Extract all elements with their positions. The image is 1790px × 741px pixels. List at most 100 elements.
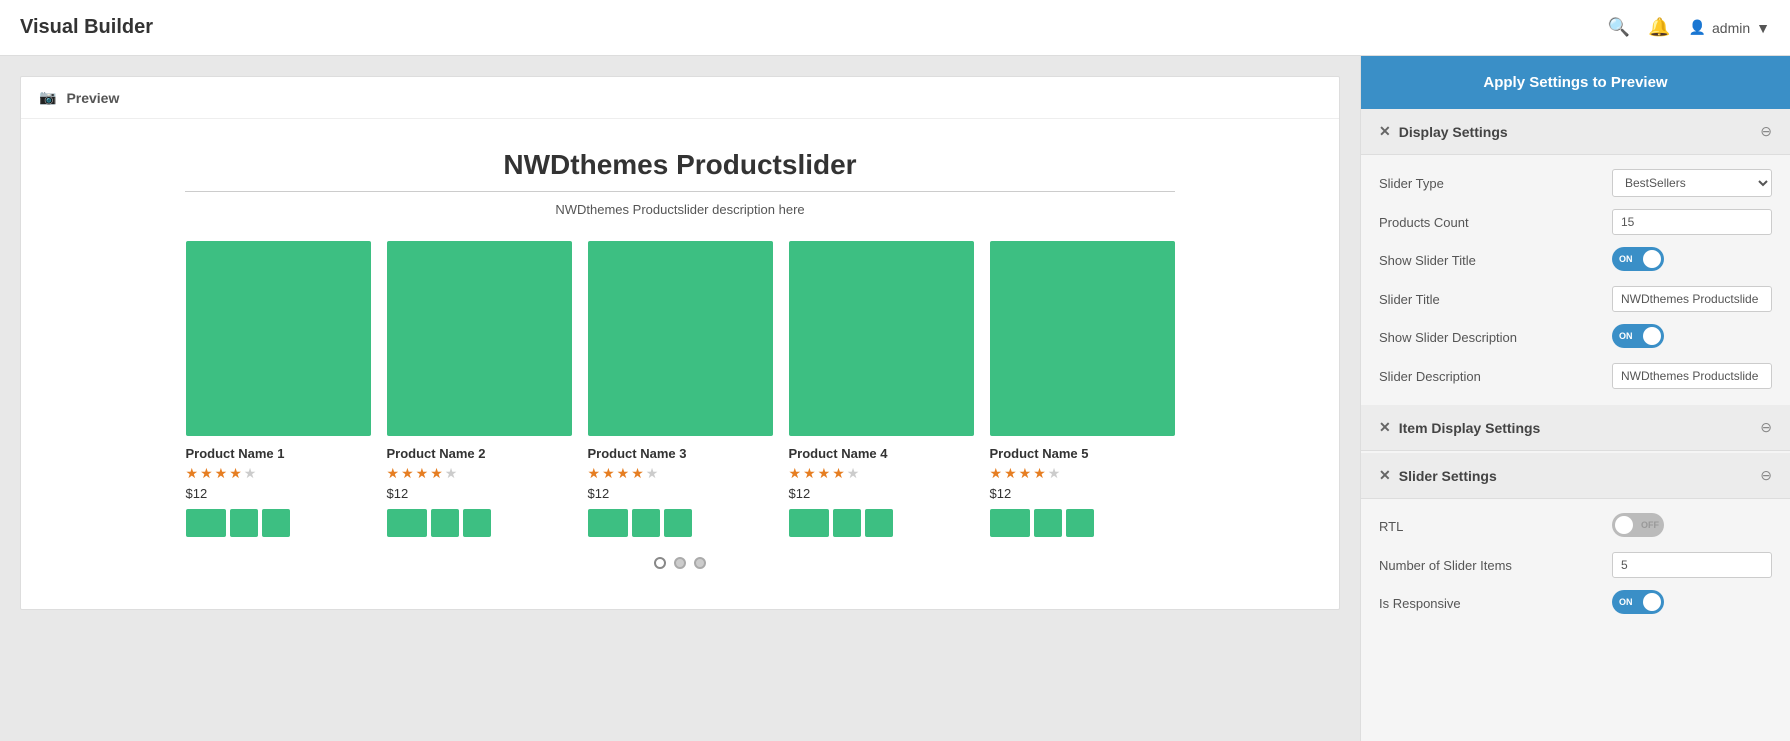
- show-slider-title-label: Show Slider Title: [1379, 253, 1612, 268]
- wishlist-button[interactable]: [1034, 509, 1062, 537]
- slider-title-control: [1612, 286, 1772, 312]
- product-name: Product Name 3: [588, 446, 773, 461]
- slider-divider: [185, 191, 1175, 192]
- add-to-cart-button[interactable]: [186, 509, 226, 537]
- star-icon: ★: [416, 465, 429, 482]
- preview-content: NWDthemes Productslider NWDthemes Produc…: [21, 119, 1339, 609]
- item-display-settings-section: ✕ Item Display Settings ⊖: [1361, 405, 1790, 451]
- star-icon: ★: [215, 465, 228, 482]
- product-price: $12: [588, 486, 773, 501]
- display-settings-header[interactable]: ✕ Display Settings ⊖: [1361, 109, 1790, 155]
- product-image: [789, 241, 974, 436]
- star-icon: ★: [990, 465, 1003, 482]
- star-icon: ★: [832, 465, 845, 482]
- apply-settings-button[interactable]: Apply Settings to Preview: [1361, 56, 1790, 109]
- star-icon: ★: [602, 465, 615, 482]
- product-actions: [990, 509, 1175, 537]
- slider-settings-title-group: ✕ Slider Settings: [1379, 467, 1497, 484]
- preview-label: Preview: [66, 90, 119, 106]
- navbar: Visual Builder 🔍 🔔 👤 admin ▼: [0, 0, 1790, 56]
- search-icon[interactable]: 🔍: [1608, 17, 1630, 38]
- compare-button[interactable]: [664, 509, 692, 537]
- star-icon: ★: [229, 465, 242, 482]
- product-image: [990, 241, 1175, 436]
- star-icon: ★: [789, 465, 802, 482]
- add-to-cart-button[interactable]: [990, 509, 1030, 537]
- preview-card: 📷 Preview NWDthemes Productslider NWDthe…: [20, 76, 1340, 610]
- item-display-settings-header[interactable]: ✕ Item Display Settings ⊖: [1361, 405, 1790, 451]
- product-name: Product Name 2: [387, 446, 572, 461]
- add-to-cart-button[interactable]: [588, 509, 628, 537]
- wishlist-button[interactable]: [431, 509, 459, 537]
- preview-header: 📷 Preview: [21, 77, 1339, 119]
- rtl-toggle[interactable]: OFF: [1612, 513, 1664, 537]
- wishlist-button[interactable]: [230, 509, 258, 537]
- slider-title-row: Slider Title: [1379, 286, 1772, 312]
- star-icon: ★: [401, 465, 414, 482]
- show-slider-title-control: ON: [1612, 247, 1772, 274]
- add-to-cart-button[interactable]: [789, 509, 829, 537]
- star-icon: ★: [430, 465, 443, 482]
- product-image: [588, 241, 773, 436]
- star-icon: ★: [617, 465, 630, 482]
- slider-dot-3[interactable]: [694, 557, 706, 569]
- slider-items-control: [1612, 552, 1772, 578]
- username-label: admin: [1712, 20, 1750, 36]
- responsive-toggle[interactable]: ON: [1612, 590, 1664, 614]
- compare-button[interactable]: [1066, 509, 1094, 537]
- list-item: Product Name 3 ★ ★ ★ ★ ★ $12: [588, 241, 773, 537]
- slider-settings-header[interactable]: ✕ Slider Settings ⊖: [1361, 453, 1790, 499]
- slider-title: NWDthemes Productslider: [61, 149, 1299, 181]
- product-stars: ★ ★ ★ ★ ★: [990, 465, 1175, 482]
- rtl-label: RTL: [1379, 519, 1612, 534]
- show-slider-desc-toggle[interactable]: ON: [1612, 324, 1664, 348]
- star-icon: ★: [1004, 465, 1017, 482]
- item-collapse-icon: ⊖: [1760, 419, 1772, 436]
- products-grid: Product Name 1 ★ ★ ★ ★ ★ $12: [61, 241, 1299, 537]
- product-stars: ★ ★ ★ ★ ★: [588, 465, 773, 482]
- show-slider-desc-row: Show Slider Description ON: [1379, 324, 1772, 351]
- display-settings-title: Display Settings: [1399, 124, 1508, 140]
- star-empty-icon: ★: [445, 465, 458, 482]
- slider-desc-row: Slider Description: [1379, 363, 1772, 389]
- wishlist-button[interactable]: [833, 509, 861, 537]
- slider-dot-1[interactable]: [654, 557, 666, 569]
- bell-icon[interactable]: 🔔: [1648, 17, 1670, 38]
- item-display-settings-title-group: ✕ Item Display Settings: [1379, 419, 1540, 436]
- product-price: $12: [387, 486, 572, 501]
- show-slider-title-row: Show Slider Title ON: [1379, 247, 1772, 274]
- product-image: [387, 241, 572, 436]
- slider-settings-form: RTL OFF Number of Slider Items: [1361, 499, 1790, 631]
- add-to-cart-button[interactable]: [387, 509, 427, 537]
- compare-button[interactable]: [262, 509, 290, 537]
- rtl-control: OFF: [1612, 513, 1772, 540]
- product-actions: [789, 509, 974, 537]
- slider-settings-title: Slider Settings: [1399, 468, 1497, 484]
- star-icon: ★: [200, 465, 213, 482]
- slider-settings-section: ✕ Slider Settings ⊖ RTL OFF: [1361, 453, 1790, 631]
- show-slider-title-toggle[interactable]: ON: [1612, 247, 1664, 271]
- slider-items-row: Number of Slider Items: [1379, 552, 1772, 578]
- list-item: Product Name 4 ★ ★ ★ ★ ★ $12: [789, 241, 974, 537]
- product-actions: [387, 509, 572, 537]
- products-count-label: Products Count: [1379, 215, 1612, 230]
- navbar-icons: 🔍 🔔 👤 admin ▼: [1608, 17, 1770, 38]
- slider-items-input[interactable]: [1612, 552, 1772, 578]
- compare-button[interactable]: [865, 509, 893, 537]
- slider-type-select[interactable]: BestSellers Featured New: [1612, 169, 1772, 197]
- item-settings-x-icon: ✕: [1379, 419, 1391, 436]
- user-menu[interactable]: 👤 admin ▼: [1689, 19, 1770, 36]
- camera-icon: 📷: [39, 89, 56, 106]
- slider-desc-field-label: Slider Description: [1379, 369, 1612, 384]
- compare-button[interactable]: [463, 509, 491, 537]
- products-count-input[interactable]: [1612, 209, 1772, 235]
- slider-dot-2[interactable]: [674, 557, 686, 569]
- products-count-control: [1612, 209, 1772, 235]
- responsive-control: ON: [1612, 590, 1772, 617]
- slider-items-label: Number of Slider Items: [1379, 558, 1612, 573]
- slider-description: NWDthemes Productslider description here: [61, 202, 1299, 217]
- slider-title-input[interactable]: [1612, 286, 1772, 312]
- slider-desc-input[interactable]: [1612, 363, 1772, 389]
- wishlist-button[interactable]: [632, 509, 660, 537]
- slider-title-field-label: Slider Title: [1379, 292, 1612, 307]
